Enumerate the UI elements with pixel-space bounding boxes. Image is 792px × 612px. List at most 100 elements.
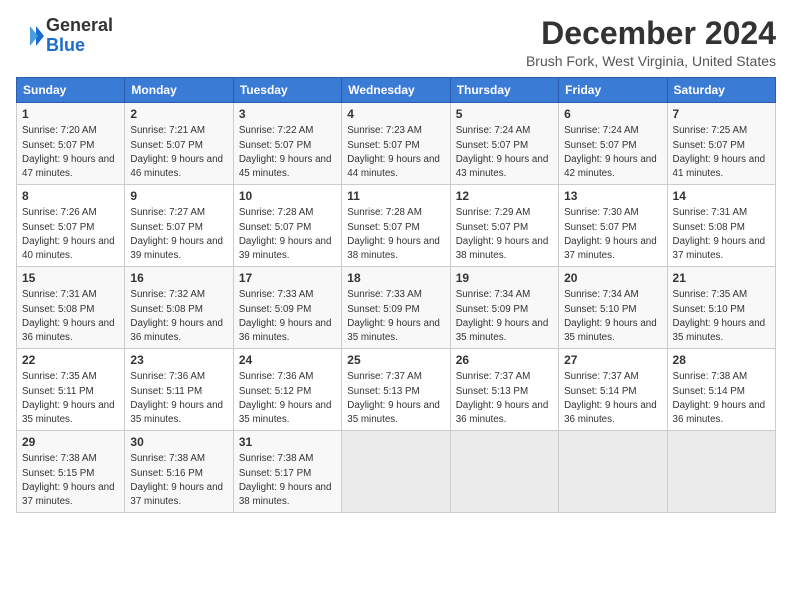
calendar-cell: 11Sunrise: 7:28 AM Sunset: 5:07 PM Dayli… — [342, 185, 450, 267]
calendar-body: 1 Sunrise: 7:20 AM Sunset: 5:07 PM Daylig… — [17, 103, 776, 513]
logo-name: General Blue — [46, 16, 113, 56]
calendar-cell: 2Sunrise: 7:21 AM Sunset: 5:07 PM Daylig… — [125, 103, 233, 185]
calendar-cell: 3 Sunrise: 7:22 AM Sunset: 5:07 PM Daylig… — [233, 103, 341, 185]
day-info: Sunrise: 7:33 AM Sunset: 5:09 PM Dayligh… — [347, 289, 440, 343]
day-info: Sunrise: 7:38 AM Sunset: 5:15 PM Dayligh… — [22, 453, 115, 507]
day-number: 25 — [347, 352, 444, 368]
day-number: 12 — [456, 188, 553, 204]
day-number: 7 — [673, 106, 770, 122]
day-number: 18 — [347, 270, 444, 286]
day-info: Sunrise: 7:28 AM Sunset: 5:07 PM Dayligh… — [347, 207, 440, 261]
day-number: 31 — [239, 434, 336, 450]
day-number: 28 — [673, 352, 770, 368]
calendar-week-2: 8Sunrise: 7:26 AM Sunset: 5:07 PM Daylig… — [17, 185, 776, 267]
day-number: 24 — [239, 352, 336, 368]
day-number: 5 — [456, 106, 553, 122]
day-info: Sunrise: 7:36 AM Sunset: 5:12 PM Dayligh… — [239, 371, 332, 425]
calendar-cell: 21 Sunrise: 7:35 AM Sunset: 5:10 PM Dayli… — [667, 267, 775, 349]
day-info: Sunrise: 7:20 AM Sunset: 5:07 PM Dayligh… — [22, 125, 115, 179]
calendar-cell: 30 Sunrise: 7:38 AM Sunset: 5:16 PM Dayli… — [125, 431, 233, 513]
calendar-cell: 10Sunrise: 7:28 AM Sunset: 5:07 PM Dayli… — [233, 185, 341, 267]
day-info: Sunrise: 7:25 AM Sunset: 5:07 PM Dayligh… — [673, 125, 766, 179]
day-info: Sunrise: 7:37 AM Sunset: 5:14 PM Dayligh… — [564, 371, 657, 425]
calendar-cell: 1 Sunrise: 7:20 AM Sunset: 5:07 PM Daylig… — [17, 103, 125, 185]
day-number: 21 — [673, 270, 770, 286]
day-info: Sunrise: 7:24 AM Sunset: 5:07 PM Dayligh… — [456, 125, 549, 179]
calendar-cell: 22 Sunrise: 7:35 AM Sunset: 5:11 PM Dayli… — [17, 349, 125, 431]
logo-icon — [16, 22, 44, 50]
day-info: Sunrise: 7:35 AM Sunset: 5:10 PM Dayligh… — [673, 289, 766, 343]
calendar-week-3: 15Sunrise: 7:31 AM Sunset: 5:08 PM Dayli… — [17, 267, 776, 349]
calendar-cell: 26 Sunrise: 7:37 AM Sunset: 5:13 PM Dayli… — [450, 349, 558, 431]
day-header-wednesday: Wednesday — [342, 78, 450, 103]
day-info: Sunrise: 7:37 AM Sunset: 5:13 PM Dayligh… — [456, 371, 549, 425]
day-number: 3 — [239, 106, 336, 122]
calendar-cell — [559, 431, 667, 513]
day-header-saturday: Saturday — [667, 78, 775, 103]
calendar-header-row: SundayMondayTuesdayWednesdayThursdayFrid… — [17, 78, 776, 103]
day-number: 16 — [130, 270, 227, 286]
calendar-cell: 16 Sunrise: 7:32 AM Sunset: 5:08 PM Dayli… — [125, 267, 233, 349]
day-number: 17 — [239, 270, 336, 286]
day-number: 27 — [564, 352, 661, 368]
calendar-cell: 23Sunrise: 7:36 AM Sunset: 5:11 PM Dayli… — [125, 349, 233, 431]
calendar-cell — [667, 431, 775, 513]
day-number: 10 — [239, 188, 336, 204]
calendar-week-5: 29Sunrise: 7:38 AM Sunset: 5:15 PM Dayli… — [17, 431, 776, 513]
month-title: December 2024 — [526, 16, 776, 51]
logo: General Blue — [16, 16, 113, 56]
day-info: Sunrise: 7:38 AM Sunset: 5:17 PM Dayligh… — [239, 453, 332, 507]
day-header-friday: Friday — [559, 78, 667, 103]
calendar-cell: 25 Sunrise: 7:37 AM Sunset: 5:13 PM Dayli… — [342, 349, 450, 431]
calendar-cell: 29Sunrise: 7:38 AM Sunset: 5:15 PM Dayli… — [17, 431, 125, 513]
calendar-cell: 28Sunrise: 7:38 AM Sunset: 5:14 PM Dayli… — [667, 349, 775, 431]
day-number: 13 — [564, 188, 661, 204]
day-header-sunday: Sunday — [17, 78, 125, 103]
calendar-cell: 18 Sunrise: 7:33 AM Sunset: 5:09 PM Dayli… — [342, 267, 450, 349]
page-container: General Blue December 2024 Brush Fork, W… — [0, 0, 792, 521]
day-number: 2 — [130, 106, 227, 122]
calendar-cell: 8Sunrise: 7:26 AM Sunset: 5:07 PM Daylig… — [17, 185, 125, 267]
day-number: 6 — [564, 106, 661, 122]
day-number: 26 — [456, 352, 553, 368]
day-info: Sunrise: 7:34 AM Sunset: 5:09 PM Dayligh… — [456, 289, 549, 343]
day-info: Sunrise: 7:29 AM Sunset: 5:07 PM Dayligh… — [456, 207, 549, 261]
day-info: Sunrise: 7:37 AM Sunset: 5:13 PM Dayligh… — [347, 371, 440, 425]
day-info: Sunrise: 7:22 AM Sunset: 5:07 PM Dayligh… — [239, 125, 332, 179]
calendar-week-4: 22 Sunrise: 7:35 AM Sunset: 5:11 PM Dayli… — [17, 349, 776, 431]
calendar-cell: 27 Sunrise: 7:37 AM Sunset: 5:14 PM Dayli… — [559, 349, 667, 431]
calendar-cell: 13 Sunrise: 7:30 AM Sunset: 5:07 PM Dayli… — [559, 185, 667, 267]
calendar-cell: 12 Sunrise: 7:29 AM Sunset: 5:07 PM Dayli… — [450, 185, 558, 267]
day-info: Sunrise: 7:27 AM Sunset: 5:07 PM Dayligh… — [130, 207, 223, 261]
day-number: 22 — [22, 352, 119, 368]
day-number: 15 — [22, 270, 119, 286]
day-number: 14 — [673, 188, 770, 204]
day-number: 20 — [564, 270, 661, 286]
day-header-monday: Monday — [125, 78, 233, 103]
calendar-cell: 6 Sunrise: 7:24 AM Sunset: 5:07 PM Daylig… — [559, 103, 667, 185]
day-number: 30 — [130, 434, 227, 450]
calendar-cell: 14Sunrise: 7:31 AM Sunset: 5:08 PM Dayli… — [667, 185, 775, 267]
day-info: Sunrise: 7:34 AM Sunset: 5:10 PM Dayligh… — [564, 289, 657, 343]
calendar-cell: 20 Sunrise: 7:34 AM Sunset: 5:10 PM Dayli… — [559, 267, 667, 349]
day-header-tuesday: Tuesday — [233, 78, 341, 103]
calendar-cell: 24 Sunrise: 7:36 AM Sunset: 5:12 PM Dayli… — [233, 349, 341, 431]
calendar-cell: 9Sunrise: 7:27 AM Sunset: 5:07 PM Daylig… — [125, 185, 233, 267]
day-header-thursday: Thursday — [450, 78, 558, 103]
day-info: Sunrise: 7:38 AM Sunset: 5:16 PM Dayligh… — [130, 453, 223, 507]
day-number: 1 — [22, 106, 119, 122]
calendar-cell: 5 Sunrise: 7:24 AM Sunset: 5:07 PM Daylig… — [450, 103, 558, 185]
calendar-cell: 17Sunrise: 7:33 AM Sunset: 5:09 PM Dayli… — [233, 267, 341, 349]
calendar-cell: 31 Sunrise: 7:38 AM Sunset: 5:17 PM Dayli… — [233, 431, 341, 513]
calendar-cell: 7 Sunrise: 7:25 AM Sunset: 5:07 PM Daylig… — [667, 103, 775, 185]
day-info: Sunrise: 7:24 AM Sunset: 5:07 PM Dayligh… — [564, 125, 657, 179]
day-info: Sunrise: 7:23 AM Sunset: 5:07 PM Dayligh… — [347, 125, 440, 179]
day-info: Sunrise: 7:32 AM Sunset: 5:08 PM Dayligh… — [130, 289, 223, 343]
day-number: 23 — [130, 352, 227, 368]
calendar-week-1: 1 Sunrise: 7:20 AM Sunset: 5:07 PM Daylig… — [17, 103, 776, 185]
location: Brush Fork, West Virginia, United States — [526, 53, 776, 69]
day-info: Sunrise: 7:30 AM Sunset: 5:07 PM Dayligh… — [564, 207, 657, 261]
day-info: Sunrise: 7:35 AM Sunset: 5:11 PM Dayligh… — [22, 371, 115, 425]
day-number: 19 — [456, 270, 553, 286]
header: General Blue December 2024 Brush Fork, W… — [16, 16, 776, 69]
